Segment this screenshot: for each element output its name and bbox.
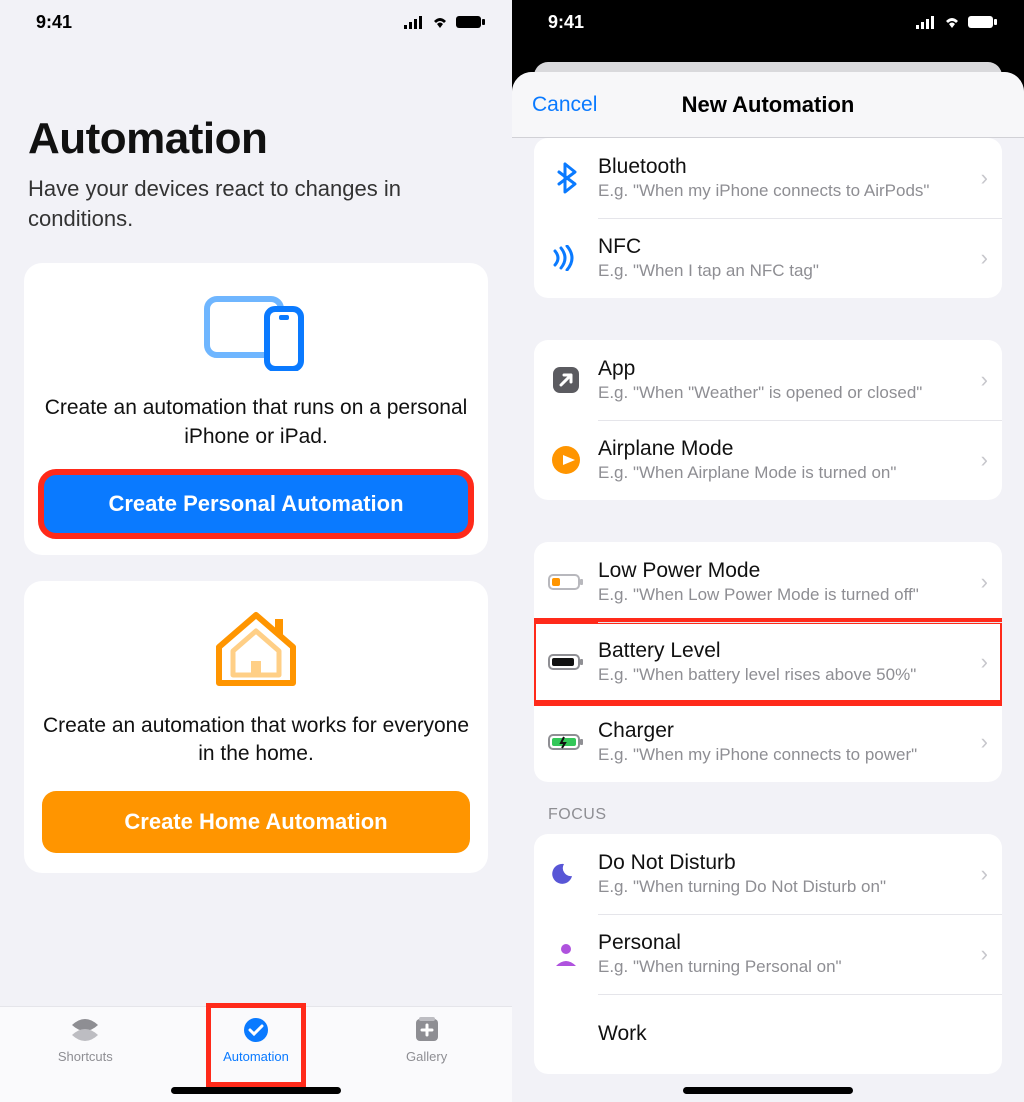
chevron-right-icon: › bbox=[981, 367, 988, 393]
row-nfc[interactable]: NFCE.g. "When I tap an NFC tag" › bbox=[534, 218, 1002, 298]
battery-level-icon bbox=[548, 644, 584, 680]
row-sub: E.g. "When my iPhone connects to power" bbox=[598, 745, 975, 765]
row-title: Airplane Mode bbox=[598, 437, 975, 461]
left-screen: 9:41 Automation Have your devices react … bbox=[0, 0, 512, 1102]
person-icon bbox=[548, 936, 584, 972]
group-apps: AppE.g. "When "Weather" is opened or clo… bbox=[534, 340, 1002, 500]
chevron-right-icon: › bbox=[981, 861, 988, 887]
row-title: Charger bbox=[598, 719, 975, 743]
section-header-focus: FOCUS bbox=[534, 782, 1002, 834]
nfc-icon bbox=[548, 240, 584, 276]
row-lowpower[interactable]: Low Power ModeE.g. "When Low Power Mode … bbox=[534, 542, 1002, 622]
row-title: Work bbox=[598, 1022, 988, 1046]
battery-icon bbox=[968, 15, 998, 29]
wifi-icon bbox=[942, 15, 962, 29]
tab-shortcuts[interactable]: Shortcuts bbox=[30, 1015, 140, 1064]
moon-icon bbox=[548, 856, 584, 892]
row-airplane[interactable]: Airplane ModeE.g. "When Airplane Mode is… bbox=[534, 420, 1002, 500]
home-indicator bbox=[683, 1087, 853, 1094]
devices-icon bbox=[201, 291, 311, 376]
row-title: Bluetooth bbox=[598, 155, 975, 179]
tab-gallery-label: Gallery bbox=[406, 1049, 447, 1064]
row-title: Battery Level bbox=[598, 639, 975, 663]
modal-title: New Automation bbox=[682, 92, 855, 118]
shortcuts-icon bbox=[68, 1015, 102, 1045]
airplane-icon bbox=[548, 442, 584, 478]
cellular-icon bbox=[916, 15, 936, 29]
status-time: 9:41 bbox=[36, 12, 72, 33]
page-subtitle: Have your devices react to changes in co… bbox=[0, 168, 512, 263]
row-sub: E.g. "When turning Personal on" bbox=[598, 957, 975, 977]
row-title: NFC bbox=[598, 235, 975, 259]
tab-shortcuts-label: Shortcuts bbox=[58, 1049, 113, 1064]
status-time: 9:41 bbox=[548, 12, 584, 33]
home-icon bbox=[211, 609, 301, 694]
lowpower-icon bbox=[548, 564, 584, 600]
modal-header: Cancel New Automation bbox=[512, 72, 1024, 138]
row-sub: E.g. "When battery level rises above 50%… bbox=[598, 665, 975, 685]
home-card-desc: Create an automation that works for ever… bbox=[42, 712, 470, 769]
group-focus: Do Not DisturbE.g. "When turning Do Not … bbox=[534, 834, 1002, 1074]
row-title: Do Not Disturb bbox=[598, 851, 975, 875]
chevron-right-icon: › bbox=[981, 245, 988, 271]
chevron-right-icon: › bbox=[981, 649, 988, 675]
row-app[interactable]: AppE.g. "When "Weather" is opened or clo… bbox=[534, 340, 1002, 420]
page-title: Automation bbox=[0, 44, 512, 168]
charger-icon bbox=[548, 724, 584, 760]
create-home-automation-button[interactable]: Create Home Automation bbox=[42, 791, 470, 853]
row-sub: E.g. "When Low Power Mode is turned off" bbox=[598, 585, 975, 605]
bluetooth-icon bbox=[548, 160, 584, 196]
work-icon bbox=[548, 1016, 584, 1052]
chevron-right-icon: › bbox=[981, 729, 988, 755]
row-sub: E.g. "When I tap an NFC tag" bbox=[598, 261, 975, 281]
wifi-icon bbox=[430, 15, 450, 29]
battery-icon bbox=[456, 15, 486, 29]
personal-automation-card: Create an automation that runs on a pers… bbox=[24, 263, 488, 555]
cellular-icon bbox=[404, 15, 424, 29]
chevron-right-icon: › bbox=[981, 569, 988, 595]
row-charger[interactable]: ChargerE.g. "When my iPhone connects to … bbox=[534, 702, 1002, 782]
chevron-right-icon: › bbox=[981, 447, 988, 473]
row-bluetooth[interactable]: BluetoothE.g. "When my iPhone connects t… bbox=[534, 138, 1002, 218]
home-automation-card: Create an automation that works for ever… bbox=[24, 581, 488, 873]
tab-bar: Shortcuts Automation Gallery bbox=[0, 1006, 512, 1102]
row-personal[interactable]: PersonalE.g. "When turning Personal on" … bbox=[534, 914, 1002, 994]
app-icon bbox=[548, 362, 584, 398]
row-dnd[interactable]: Do Not DisturbE.g. "When turning Do Not … bbox=[534, 834, 1002, 914]
personal-card-desc: Create an automation that runs on a pers… bbox=[42, 394, 470, 451]
row-battery-level[interactable]: Battery LevelE.g. "When battery level ri… bbox=[534, 622, 1002, 702]
chevron-right-icon: › bbox=[981, 941, 988, 967]
group-connectivity: BluetoothE.g. "When my iPhone connects t… bbox=[534, 138, 1002, 298]
tab-gallery[interactable]: Gallery bbox=[372, 1015, 482, 1064]
trigger-list[interactable]: BluetoothE.g. "When my iPhone connects t… bbox=[512, 138, 1024, 1074]
row-sub: E.g. "When Airplane Mode is turned on" bbox=[598, 463, 975, 483]
row-sub: E.g. "When turning Do Not Disturb on" bbox=[598, 877, 975, 897]
group-power: Low Power ModeE.g. "When Low Power Mode … bbox=[534, 542, 1002, 782]
row-sub: E.g. "When my iPhone connects to AirPods… bbox=[598, 181, 975, 201]
home-indicator bbox=[171, 1087, 341, 1094]
status-bar: 9:41 bbox=[512, 0, 1024, 44]
cancel-button[interactable]: Cancel bbox=[532, 93, 597, 117]
row-sub: E.g. "When "Weather" is opened or closed… bbox=[598, 383, 975, 403]
new-automation-modal: Cancel New Automation BluetoothE.g. "Whe… bbox=[512, 72, 1024, 1102]
row-work[interactable]: Work bbox=[534, 994, 1002, 1074]
gallery-icon bbox=[410, 1015, 444, 1045]
chevron-right-icon: › bbox=[981, 165, 988, 191]
create-personal-automation-button[interactable]: Create Personal Automation bbox=[42, 473, 470, 535]
row-title: Personal bbox=[598, 931, 975, 955]
tab-automation-highlight bbox=[206, 1003, 306, 1087]
row-title: App bbox=[598, 357, 975, 381]
row-title: Low Power Mode bbox=[598, 559, 975, 583]
status-icons bbox=[916, 15, 998, 29]
status-bar: 9:41 bbox=[0, 0, 512, 44]
status-icons bbox=[404, 15, 486, 29]
right-screen: 9:41 Cancel New Automation BluetoothE.g.… bbox=[512, 0, 1024, 1102]
